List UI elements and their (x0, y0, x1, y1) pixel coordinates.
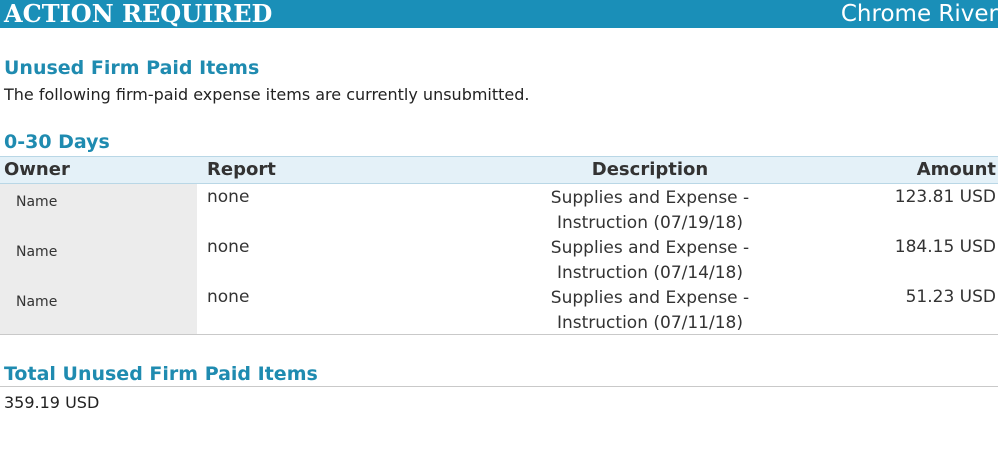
column-header-description: Description (591, 159, 709, 180)
table-header-row: Owner Report Description Amount (0, 156, 998, 184)
row-description: Supplies and Expense - Instruction (07/1… (530, 186, 770, 236)
row-description: Supplies and Expense - Instruction (07/1… (530, 236, 770, 286)
row-description-line1: Supplies and Expense - (550, 288, 750, 308)
row-owner: Name (16, 294, 58, 310)
row-description-line2: Instruction (07/19/18) (556, 213, 743, 233)
table-row: Name none Supplies and Expense - Instruc… (0, 184, 998, 234)
row-amount: 123.81 USD (894, 187, 996, 207)
table-row: Name none Supplies and Expense - Instruc… (0, 234, 998, 284)
section-intro: The following firm-paid expense items ar… (4, 85, 530, 104)
row-report: none (207, 287, 250, 307)
group-heading: 0-30 Days (4, 131, 110, 153)
row-amount: 184.15 USD (894, 237, 996, 257)
row-report: none (207, 237, 250, 257)
row-owner: Name (16, 194, 58, 210)
action-required-banner: ACTION REQUIRED Chrome River (0, 0, 998, 28)
total-heading: Total Unused Firm Paid Items (4, 363, 318, 385)
banner-title: ACTION REQUIRED (4, 0, 273, 28)
row-owner: Name (16, 244, 58, 260)
column-header-report: Report (207, 159, 276, 180)
row-description-line2: Instruction (07/14/18) (556, 263, 743, 283)
table-row: Name none Supplies and Expense - Instruc… (0, 284, 998, 334)
column-header-amount: Amount (916, 159, 996, 180)
expense-table: Owner Report Description Amount Name non… (0, 156, 998, 335)
row-amount: 51.23 USD (905, 287, 996, 307)
row-report: none (207, 187, 250, 207)
column-header-owner: Owner (4, 159, 70, 180)
total-amount: 359.19 USD (4, 393, 100, 412)
brand-name: Chrome River (840, 1, 998, 27)
row-description-line1: Supplies and Expense - (550, 238, 750, 258)
table-body: Name none Supplies and Expense - Instruc… (0, 184, 998, 335)
row-description-line2: Instruction (07/11/18) (556, 313, 743, 333)
section-heading: Unused Firm Paid Items (4, 57, 260, 79)
row-description: Supplies and Expense - Instruction (07/1… (530, 286, 770, 336)
row-description-line1: Supplies and Expense - (550, 188, 750, 208)
total-section-header: Total Unused Firm Paid Items (0, 362, 998, 387)
